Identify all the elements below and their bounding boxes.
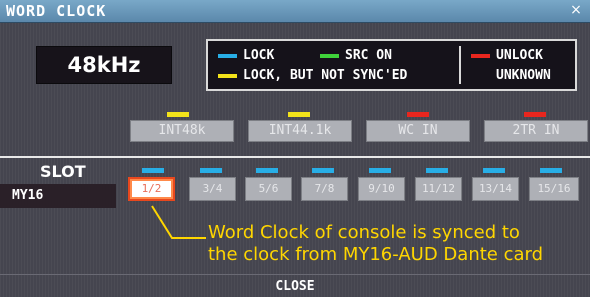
legend-unlock: UNLOCK xyxy=(471,48,543,63)
channel-indicator-9-10 xyxy=(369,168,391,173)
legend-unknown-label: UNKNOWN xyxy=(496,68,551,83)
slot-name: MY16 xyxy=(0,184,116,208)
legend-unknown: UNKNOWN xyxy=(471,68,551,83)
footer-divider xyxy=(0,274,590,275)
section-divider xyxy=(0,156,590,158)
source-button-int44-1k[interactable]: INT44.1k xyxy=(248,120,352,142)
unlock-swatch xyxy=(471,53,490,58)
channel-indicator-15-16 xyxy=(540,168,562,173)
channel-button-7-8[interactable]: 7/8 xyxy=(301,177,348,201)
channel-button-5-6[interactable]: 5/6 xyxy=(245,177,292,201)
channel-button-13-14[interactable]: 13/14 xyxy=(472,177,519,201)
source-button-2tr-in[interactable]: 2TR IN xyxy=(484,120,588,142)
close-icon[interactable]: × xyxy=(568,2,584,18)
source-button-int48k[interactable]: INT48k xyxy=(130,120,234,142)
src-on-swatch xyxy=(320,53,339,58)
lock-not-synced-swatch xyxy=(218,73,237,78)
legend-lock-label: LOCK xyxy=(243,48,275,63)
channel-indicator-1-2 xyxy=(142,168,164,173)
source-button-wc-in[interactable]: WC IN xyxy=(366,120,470,142)
source-indicator-int48k xyxy=(167,112,189,117)
source-indicator-wc-in xyxy=(407,112,429,117)
status-legend: LOCK SRC ON LOCK, BUT NOT SYNC'ED UNLOCK… xyxy=(206,39,577,91)
channel-indicator-11-12 xyxy=(426,168,448,173)
channel-indicator-13-14 xyxy=(483,168,505,173)
channel-button-1-2[interactable]: 1/2 xyxy=(128,177,175,201)
close-button[interactable]: CLOSE xyxy=(0,276,590,297)
channel-button-9-10[interactable]: 9/10 xyxy=(358,177,405,201)
source-indicator-2tr-in xyxy=(524,112,546,117)
channel-indicator-7-8 xyxy=(312,168,334,173)
channel-button-3-4[interactable]: 3/4 xyxy=(189,177,236,201)
word-clock-window: WORD CLOCK × 48kHz LOCK SRC ON LOCK, BUT… xyxy=(0,0,590,297)
channel-indicator-3-4 xyxy=(200,168,222,173)
legend-lock: LOCK xyxy=(218,48,274,63)
annotation-text: Word Clock of console is synced to the c… xyxy=(208,222,544,265)
legend-unlock-label: UNLOCK xyxy=(496,48,543,63)
window-title: WORD CLOCK xyxy=(6,2,107,20)
frequency-display: 48kHz xyxy=(36,46,172,84)
channel-indicator-5-6 xyxy=(256,168,278,173)
slot-label: SLOT xyxy=(40,162,86,181)
legend-lock-not-synced: LOCK, BUT NOT SYNC'ED xyxy=(218,68,407,83)
legend-src-on-label: SRC ON xyxy=(345,48,392,63)
legend-src-on: SRC ON xyxy=(320,48,392,63)
title-bar: WORD CLOCK × xyxy=(0,0,590,23)
legend-lock-not-synced-label: LOCK, BUT NOT SYNC'ED xyxy=(243,68,408,83)
legend-divider xyxy=(459,46,461,84)
lock-swatch xyxy=(218,53,237,58)
source-indicator-int44-1k xyxy=(288,112,310,117)
channel-button-11-12[interactable]: 11/12 xyxy=(415,177,462,201)
channel-button-15-16[interactable]: 15/16 xyxy=(529,177,579,201)
unknown-swatch xyxy=(471,73,490,78)
